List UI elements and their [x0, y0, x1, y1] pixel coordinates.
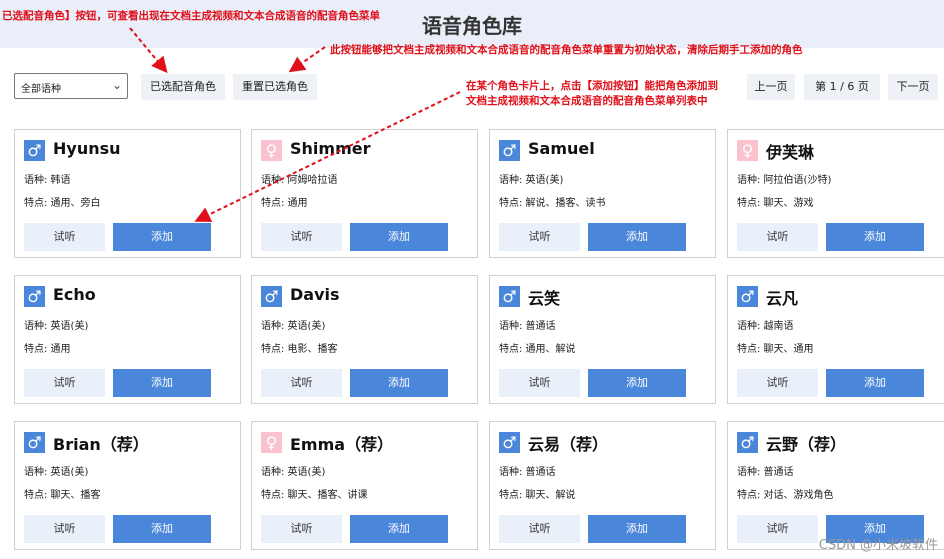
male-icon: ♂ [499, 286, 520, 307]
voice-features: 特点: 电影、播客 [261, 344, 338, 355]
voice-features: 特点: 通用 [24, 344, 71, 355]
listen-button[interactable]: 试听 [24, 515, 105, 543]
voice-features: 特点: 通用、解说 [499, 344, 576, 355]
voice-language: 语种: 韩语 [24, 175, 71, 186]
male-icon: ♂ [261, 286, 282, 307]
voice-features: 特点: 解说、播客、读书 [499, 198, 606, 209]
voice-card: ♂ Brian（荐） 语种: 英语(美) 特点: 聊天、播客试听 添加 [14, 421, 241, 550]
listen-button[interactable]: 试听 [737, 369, 818, 397]
annotation-add-line2: 文档主成视频和文本合成语音的配音角色菜单列表中 [466, 95, 708, 107]
voice-name: Shimmer [290, 139, 371, 158]
voice-language: 语种: 阿拉伯语(沙特) [737, 175, 832, 186]
listen-button[interactable]: 试听 [499, 515, 580, 543]
language-select[interactable]: 全部语种 ⌄ [14, 73, 128, 99]
voice-language: 语种: 阿姆哈拉语 [261, 175, 338, 186]
listen-button[interactable]: 试听 [261, 369, 342, 397]
listen-button[interactable]: 试听 [261, 515, 342, 543]
female-icon: ♀ [261, 140, 282, 161]
voice-name: 云笑 [528, 289, 561, 308]
voice-language: 语种: 英语(美) [261, 467, 326, 478]
add-button[interactable]: 添加 [588, 515, 686, 543]
voice-features: 特点: 聊天、游戏 [737, 198, 814, 209]
male-icon: ♂ [499, 140, 520, 161]
listen-button[interactable]: 试听 [261, 223, 342, 251]
voice-card: ♀ Shimmer 语种: 阿姆哈拉语 特点: 通用试听 添加 [251, 129, 478, 258]
voice-language: 语种: 越南语 [737, 321, 794, 332]
voice-card: ♂ Echo 语种: 英语(美) 特点: 通用试听 添加 [14, 275, 241, 404]
page-indicator: 第 1 / 6 页 [804, 74, 880, 100]
voice-features: 特点: 聊天、解说 [499, 490, 576, 501]
selected-roles-button[interactable]: 已选配音角色 [141, 74, 225, 100]
voice-features: 特点: 通用、旁白 [24, 198, 101, 209]
voice-language: 语种: 普通话 [499, 467, 556, 478]
reset-roles-button[interactable]: 重置已选角色 [233, 74, 317, 100]
arrow-to-reset-roles [288, 46, 326, 73]
annotation-add-line1: 在某个角色卡片上，点击【添加按钮】能把角色添加到 [466, 80, 718, 92]
listen-button[interactable]: 试听 [24, 369, 105, 397]
voice-language: 语种: 英语(美) [261, 321, 326, 332]
language-select-value: 全部语种 [21, 84, 61, 95]
voice-features: 特点: 聊天、播客 [24, 490, 101, 501]
next-page-button[interactable]: 下一页 [888, 74, 938, 100]
voice-name: 云凡 [766, 289, 799, 308]
voice-card: ♂ 云凡语种: 越南语特点: 聊天、通用试听 添加 [727, 275, 944, 404]
voice-name: 伊芙琳 [766, 143, 815, 162]
voice-card: ♂ 云易（荐） 语种: 普通话特点: 聊天、解说试听 添加 [489, 421, 716, 550]
voice-language: 语种: 英语(美) [499, 175, 564, 186]
voice-language: 语种: 英语(美) [24, 467, 89, 478]
add-button[interactable]: 添加 [350, 223, 448, 251]
watermark: CSDN @小米坡软件 [818, 538, 938, 553]
voice-language: 语种: 普通话 [737, 467, 794, 478]
add-button[interactable]: 添加 [350, 515, 448, 543]
annotation-selected-roles: 已选配音角色】按钮，可查看出现在文档主成视频和文本合成语音的配音角色菜单 [2, 10, 380, 22]
listen-button[interactable]: 试听 [499, 223, 580, 251]
listen-button[interactable]: 试听 [737, 515, 818, 543]
add-button[interactable]: 添加 [826, 369, 924, 397]
male-icon: ♂ [737, 286, 758, 307]
add-button[interactable]: 添加 [113, 223, 211, 251]
listen-button[interactable]: 试听 [24, 223, 105, 251]
add-button[interactable]: 添加 [588, 223, 686, 251]
male-icon: ♂ [737, 432, 758, 453]
voice-card: ♂ 云野（荐） 语种: 普通话 特点: 对话、游戏角色 试听 添加 [727, 421, 944, 550]
voice-name: 云野（荐） [766, 435, 847, 454]
voice-name: Emma（荐） [290, 435, 394, 454]
prev-page-button[interactable]: 上一页 [747, 74, 795, 100]
voice-name: Brian（荐） [53, 435, 149, 454]
voice-card: ♂ Davis 语种: 英语(美) 特点: 电影、播客试听 添加 [251, 275, 478, 404]
add-button[interactable]: 添加 [826, 223, 924, 251]
voice-name: Echo [53, 285, 96, 304]
add-button[interactable]: 添加 [350, 369, 448, 397]
add-button[interactable]: 添加 [113, 369, 211, 397]
voice-name: Davis [290, 285, 340, 304]
voice-name: Hyunsu [53, 139, 121, 158]
voice-features: 特点: 聊天、播客、讲课 [261, 490, 368, 501]
male-icon: ♂ [24, 432, 45, 453]
annotation-reset-roles: 此按钮能够把文档主成视频和文本合成语音的配音角色菜单重置为初始状态，清除后期手工… [330, 44, 803, 56]
voice-features: 特点: 对话、游戏角色 [737, 490, 834, 501]
voice-card: ♀ 伊芙琳语种: 阿拉伯语(沙特) 特点: 聊天、游戏试听 添加 [727, 129, 944, 258]
voice-card: ♂ Hyunsu 语种: 韩语特点: 通用、旁白试听 添加 [14, 129, 241, 258]
male-icon: ♂ [499, 432, 520, 453]
voice-name: Samuel [528, 139, 595, 158]
voice-card: ♀ Emma（荐） 语种: 英语(美) 特点: 聊天、播客、讲课试听 添加 [251, 421, 478, 550]
voice-features: 特点: 通用 [261, 198, 308, 209]
listen-button[interactable]: 试听 [499, 369, 580, 397]
voice-card: ♂ Samuel 语种: 英语(美) 特点: 解说、播客、读书试听 添加 [489, 129, 716, 258]
add-button[interactable]: 添加 [588, 369, 686, 397]
voice-language: 语种: 英语(美) [24, 321, 89, 332]
male-icon: ♂ [24, 286, 45, 307]
voice-language: 语种: 普通话 [499, 321, 556, 332]
voice-features: 特点: 聊天、通用 [737, 344, 814, 355]
voice-name: 云易（荐） [528, 435, 609, 454]
voice-card: ♂ 云笑语种: 普通话特点: 通用、解说试听 添加 [489, 275, 716, 404]
add-button[interactable]: 添加 [113, 515, 211, 543]
female-icon: ♀ [261, 432, 282, 453]
male-icon: ♂ [24, 140, 45, 161]
female-icon: ♀ [737, 140, 758, 161]
listen-button[interactable]: 试听 [737, 223, 818, 251]
chevron-down-icon: ⌄ [111, 78, 122, 92]
annotation-add-button: 在某个角色卡片上，点击【添加按钮】能把角色添加到 文档主成视频和文本合成语音的配… [466, 79, 718, 109]
